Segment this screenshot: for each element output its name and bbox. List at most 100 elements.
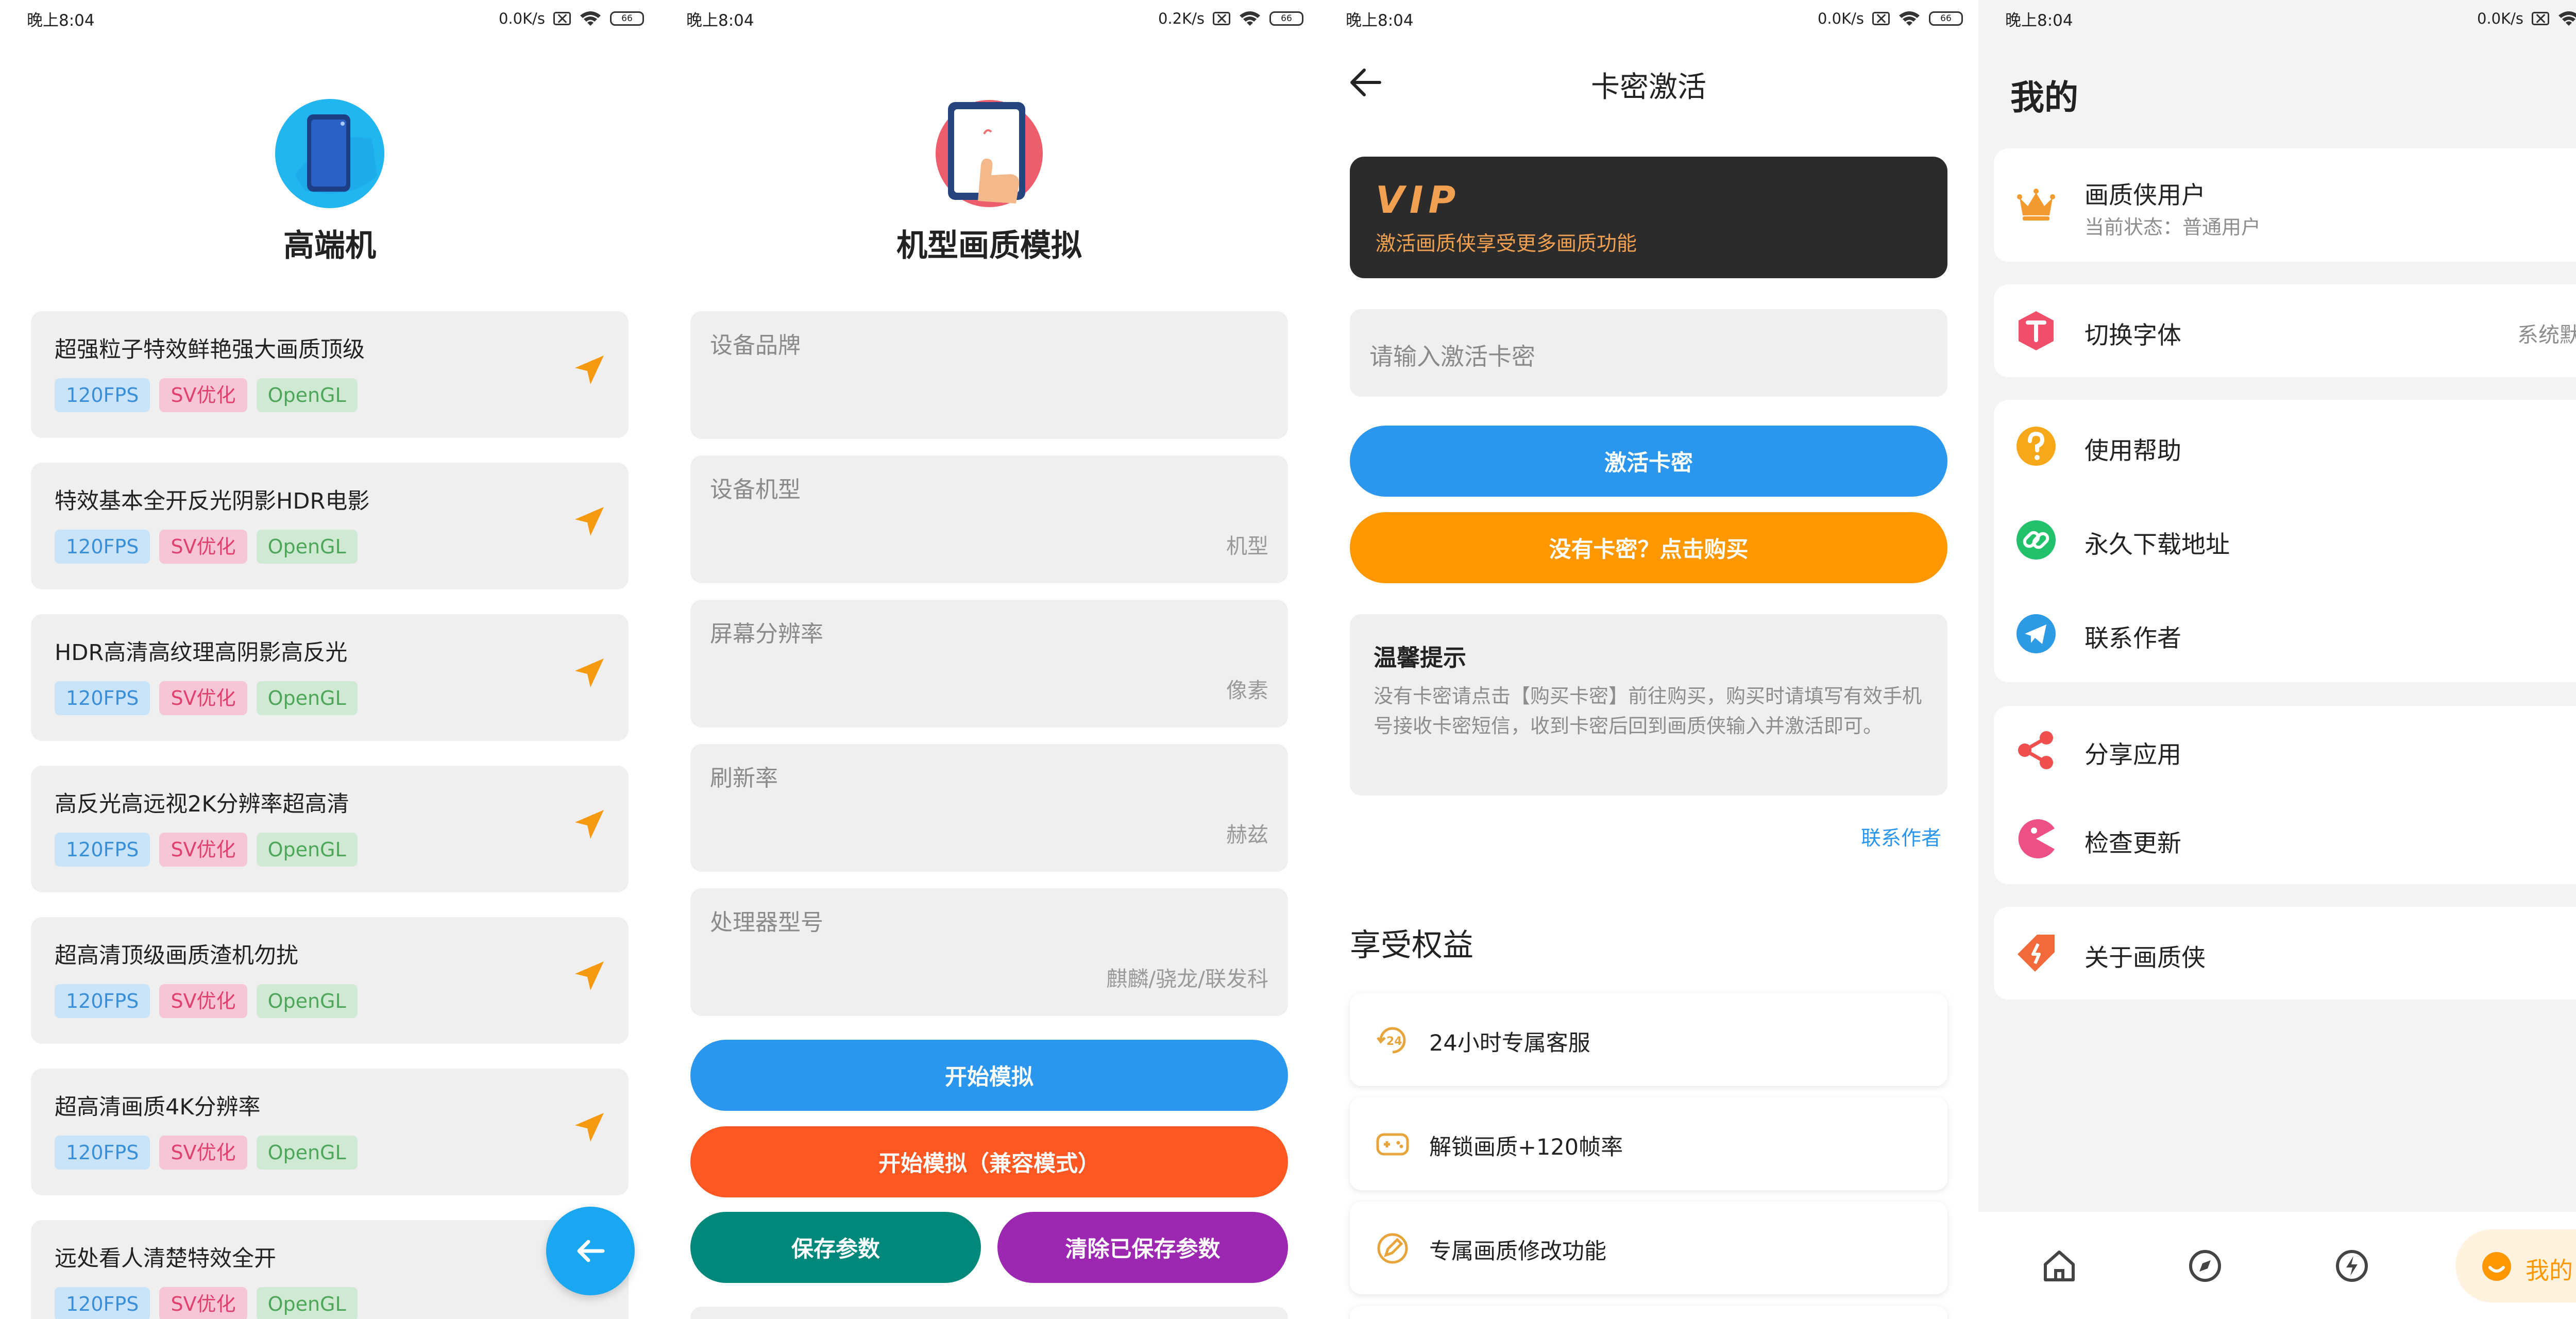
preset-card[interactable]: 超高清画质4K分辨率 120FPS SV优化 OpenGL [31,1069,629,1195]
preset-card[interactable]: 远处看人清楚特效全开 120FPS SV优化 OpenGL [31,1220,629,1319]
download-link-row[interactable]: 永久下载地址 [1994,494,2576,587]
benefit-row-support: 24 24小时专属客服 [1350,993,1947,1086]
benefit-label: 24小时专属客服 [1429,1030,1590,1056]
preset-tag: 120FPS [55,833,150,867]
gamepad-icon [1376,1133,1409,1156]
field-label: 刷新率 [710,765,778,791]
preset-tag: 120FPS [55,984,150,1018]
navigation-arrow-icon [575,961,604,990]
form-field[interactable]: 刷新率赫兹 [690,744,1288,872]
preset-card[interactable]: 高反光高远视2K分辨率超高清 120FPS SV优化 OpenGL [31,766,629,892]
crown-icon [2017,189,2055,221]
start-simulation-compat-button[interactable]: 开始模拟（兼容模式） [690,1126,1288,1197]
form-field[interactable]: 处理器型号 麒麟/骁龙/联发科 [690,888,1288,1016]
preset-tag: SV优化 [159,984,247,1018]
preset-tag: 120FPS [55,1136,150,1170]
benefit-label: 专属画质修改功能 [1429,1239,1606,1264]
font-value: 系统默认 [2517,323,2576,347]
user-status-row[interactable]: 画质侠用户 当前状态：普通用户 [1994,148,2576,262]
start-simulation-button[interactable]: 开始模拟 [690,1040,1288,1111]
form-field[interactable]: 设备品牌 [690,311,1288,439]
compass-icon[interactable] [2187,1248,2223,1284]
preset-tag: 120FPS [55,530,150,564]
arrow-left-icon [577,1240,605,1262]
net-speed: 0.0K/s [2477,10,2523,27]
contact-author-link[interactable]: 联系作者 [1861,822,1941,851]
about-row[interactable]: 关于画质侠 [1994,907,2576,1000]
preset-title: 高反光高远视2K分辨率超高清 [55,791,349,817]
tip-title: 温馨提示 [1374,644,1467,671]
home-icon[interactable] [2041,1248,2077,1284]
form-field[interactable]: 设备机型 机型 [690,455,1288,583]
save-params-button[interactable]: 保存参数 [690,1212,981,1283]
nav-tab-mine[interactable]: 我的 [2455,1229,2576,1303]
bolt-icon[interactable] [2334,1248,2370,1284]
preset-tag: OpenGL [256,1136,358,1170]
benefit-row-modify: 专属画质修改功能 [1350,1202,1947,1294]
benefit-row-partial [1350,1306,1947,1319]
wifi-icon [2558,11,2576,26]
help-row[interactable]: 使用帮助 [1994,400,2576,494]
preset-tag: OpenGL [256,984,358,1018]
link-icon [2016,520,2056,560]
field-hint: 赫兹 [1226,822,1268,847]
preset-tag: SV优化 [159,1136,247,1170]
status-time: 晚上8:04 [686,11,754,30]
preset-card[interactable]: 超高清顶级画质渣机勿扰 120FPS SV优化 OpenGL [31,917,629,1044]
preset-tags: 120FPS SV优化 OpenGL [55,1287,358,1319]
status-time: 晚上8:04 [1346,11,1414,30]
field-hint: 像素 [1226,678,1268,703]
status-time: 晚上8:04 [27,11,95,30]
telegram-icon [2016,614,2056,653]
card-code-input[interactable]: 请输入激活卡密 [1350,309,1947,397]
share-update-card: 分享应用 检查更新 [1994,706,2576,884]
preset-card[interactable]: 特效基本全开反光阴影HDR电影 120FPS SV优化 OpenGL [31,463,629,589]
partial-form-field [690,1307,1288,1319]
screen-high-end-presets: 晚上8:04 0.0K/s 66 高端机 超强粒子特效鲜艳强大画质顶级 120FP… [0,0,659,1319]
net-speed: 0.0K/s [498,10,545,27]
status-icons: 0.2K/s 66 [1158,7,1303,30]
field-label: 处理器型号 [710,909,823,936]
buy-card-button[interactable]: 没有卡密？点击购买 [1350,512,1947,583]
no-sim-icon [1213,12,1230,25]
form-field[interactable]: 屏幕分辨率 像素 [690,600,1288,728]
svg-text:24: 24 [1386,1035,1402,1048]
status-icons: 0.0K/s 66 [1818,7,1963,30]
preset-title: 超强粒子特效鲜艳强大画质顶级 [55,337,365,363]
preset-title: 特效基本全开反光阴影HDR电影 [55,488,370,514]
preset-tags: 120FPS SV优化 OpenGL [55,833,358,867]
preset-title: HDR高清高纹理高阴影高反光 [55,640,348,666]
preset-title: 超高清画质4K分辨率 [55,1094,261,1120]
screen-card-activation: 晚上8:04 0.0K/s 66 卡密激活 VIP 激活画质侠享受更多画质功能 … [1319,0,1978,1319]
preset-tag: SV优化 [159,1287,247,1319]
tablet-touch-logo-icon [936,100,1043,207]
check-update-row[interactable]: 检查更新 [1994,794,2576,883]
nav-tab-mine-label: 我的 [2526,1257,2573,1284]
clear-saved-params-button[interactable]: 清除已保存参数 [997,1212,1288,1283]
battery-icon: 66 [610,11,644,26]
preset-tags: 120FPS SV优化 OpenGL [55,1136,358,1170]
status-icons: 0.0K/s 66 [499,7,644,30]
field-label: 设备品牌 [710,332,801,359]
navigation-arrow-icon [575,356,604,384]
help-links-card: 使用帮助 永久下载地址 联系作者 [1994,400,2576,682]
share-app-row[interactable]: 分享应用 [1994,706,2576,794]
vip-badge: VIP [1376,178,1461,222]
wifi-icon [580,11,601,26]
navigation-arrow-icon [575,1113,604,1142]
preset-card[interactable]: HDR高清高纹理高阴影高反光 120FPS SV优化 OpenGL [31,614,629,741]
no-sim-icon [553,12,571,25]
activate-card-button[interactable]: 激活卡密 [1350,426,1947,497]
bottom-nav: 我的 [1978,1212,2576,1319]
switch-font-row[interactable]: 切换字体 系统默认 [1994,284,2576,377]
back-fab-button[interactable] [546,1207,635,1295]
preset-title: 远处看人清楚特效全开 [55,1246,276,1272]
contact-author-row[interactable]: 联系作者 [1994,587,2576,681]
preset-card[interactable]: 超强粒子特效鲜艳强大画质顶级 120FPS SV优化 OpenGL [31,311,629,438]
no-sim-icon [2532,12,2549,25]
net-speed: 0.2K/s [1158,10,1205,27]
preset-tags: 120FPS SV优化 OpenGL [55,681,358,715]
user-label: 画质侠用户 [2084,181,2206,210]
benefit-label: 解锁画质+120帧率 [1429,1135,1623,1160]
battery-icon: 66 [1929,11,1963,26]
